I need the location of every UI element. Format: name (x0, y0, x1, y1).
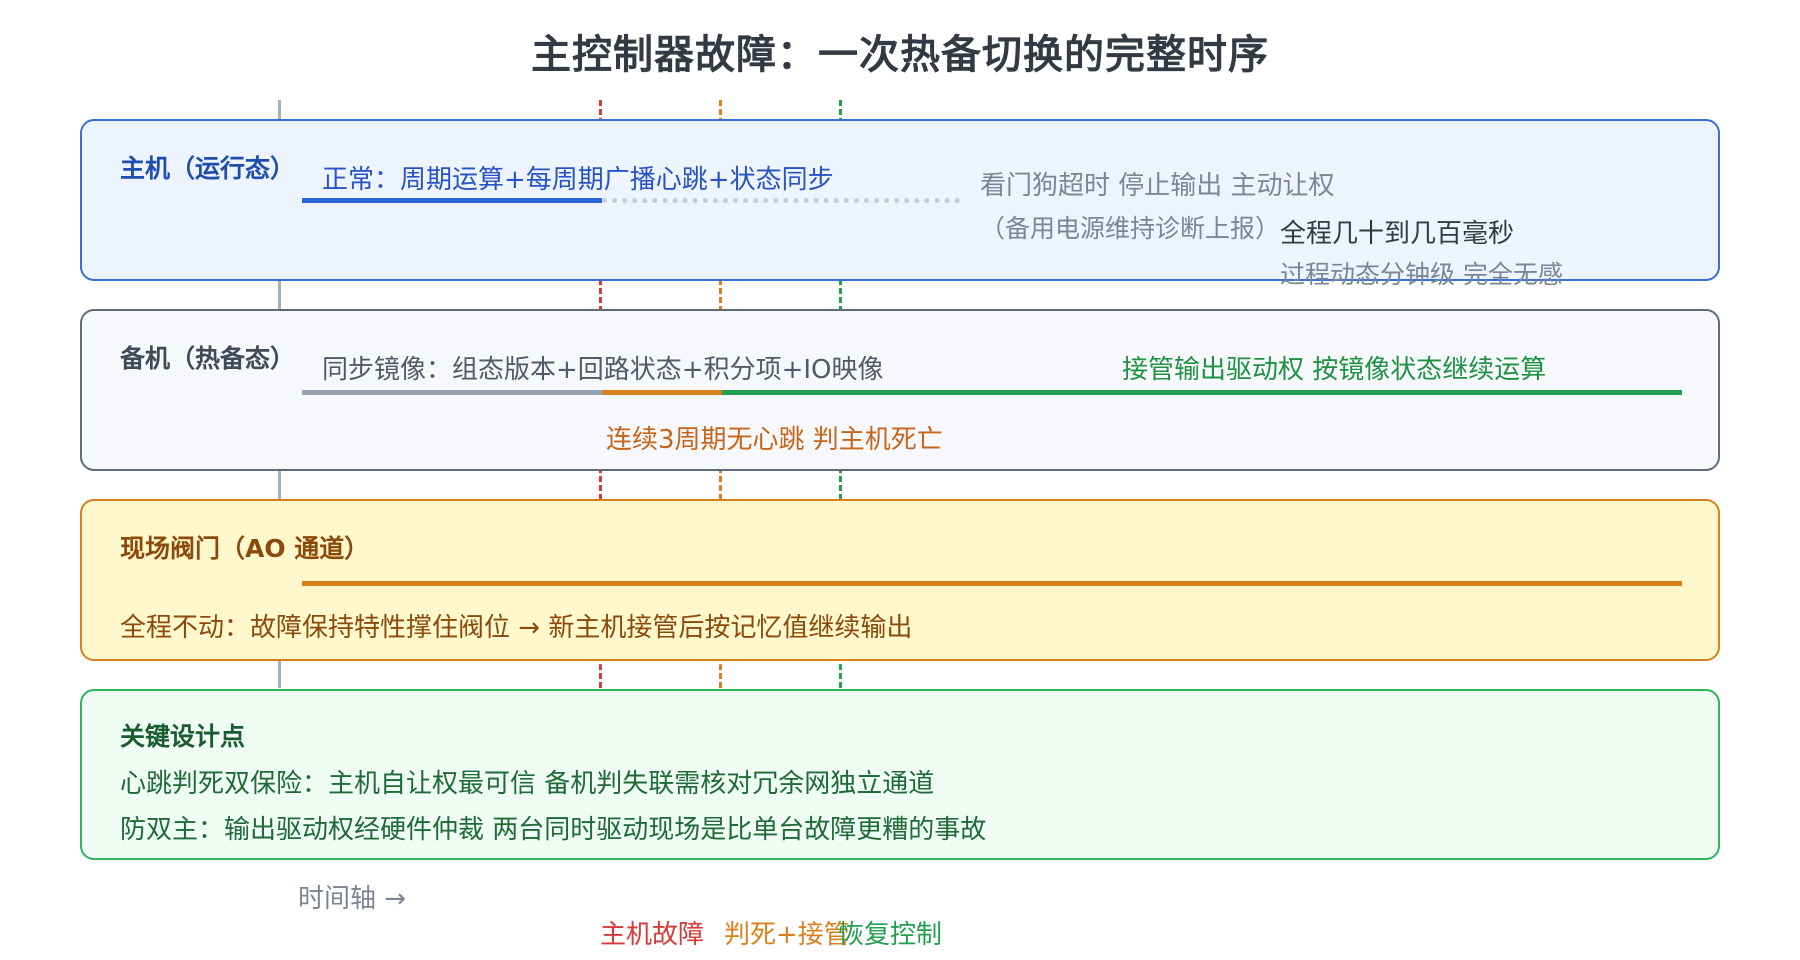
host-faded-bar (602, 198, 960, 203)
host-lane: 主机（运行态） 正常：周期运算+每周期广播心跳+状态同步 看门狗超时 停止输出 … (80, 119, 1720, 289)
valve-hold-text: 全程不动：故障保持特性撑住阀位 → 新主机接管后按记忆值继续输出 (120, 613, 913, 643)
valve-lane: 现场阀门（AO 通道） 全程不动：故障保持特性撑住阀位 → 新主机接管后按记忆值… (80, 499, 1720, 661)
fault-marker-label: 主机故障 (600, 920, 705, 950)
backup-lane: 备机（热备态） 同步镜像：组态版本+回路状态+积分项+IO映像 接管输出驱动权 … (80, 309, 1720, 471)
recover-marker-label: 恢复控制 (838, 920, 943, 950)
host-normal-bar (302, 198, 602, 203)
diagram-title: 主控制器故障：一次热备切换的完整时序 (531, 32, 1269, 78)
valve-lane-title: 现场阀门（AO 通道） (120, 534, 370, 563)
design-notes-title: 关键设计点 (120, 722, 246, 751)
host-whole-time-text: 全程几十到几百毫秒 (1280, 219, 1515, 249)
host-backup-power-text: （备用电源维持诊断上报） (980, 214, 1281, 243)
time-axis-label: 时间轴 → (298, 884, 407, 914)
backup-decide-text: 连续3周期无心跳 判主机死亡 (606, 425, 943, 455)
decide-marker-label: 判死+接管 (724, 920, 850, 950)
backup-sync-text: 同步镜像：组态版本+回路状态+积分项+IO映像 (322, 355, 884, 385)
host-watchdog-text: 看门狗超时 停止输出 主动让权 (980, 171, 1335, 201)
host-normal-text: 正常：周期运算+每周期广播心跳+状态同步 (322, 165, 834, 195)
design-note-dual-master: 防双主：输出驱动权经硬件仲裁 两台同时驱动现场是比单台故障更糟的事故 (120, 815, 987, 845)
valve-hold-bar (302, 581, 1682, 586)
host-lane-title: 主机（运行态） (120, 154, 296, 183)
design-notes-panel: 关键设计点 心跳判死双保险：主机自让权最可信 备机判失联需核对冗余网独立通道 防… (80, 689, 1720, 860)
backup-lane-title: 备机（热备态） (120, 344, 296, 373)
backup-decide-bar (602, 390, 722, 395)
host-process-text: 过程动态分钟级 完全无感 (1280, 260, 1563, 289)
backup-takeover-text: 接管输出驱动权 按镜像状态继续运算 (1122, 355, 1547, 385)
design-note-heartbeat: 心跳判死双保险：主机自让权最可信 备机判失联需核对冗余网独立通道 (120, 769, 935, 799)
backup-takeover-bar (722, 390, 1682, 395)
backup-sync-bar (302, 390, 602, 395)
